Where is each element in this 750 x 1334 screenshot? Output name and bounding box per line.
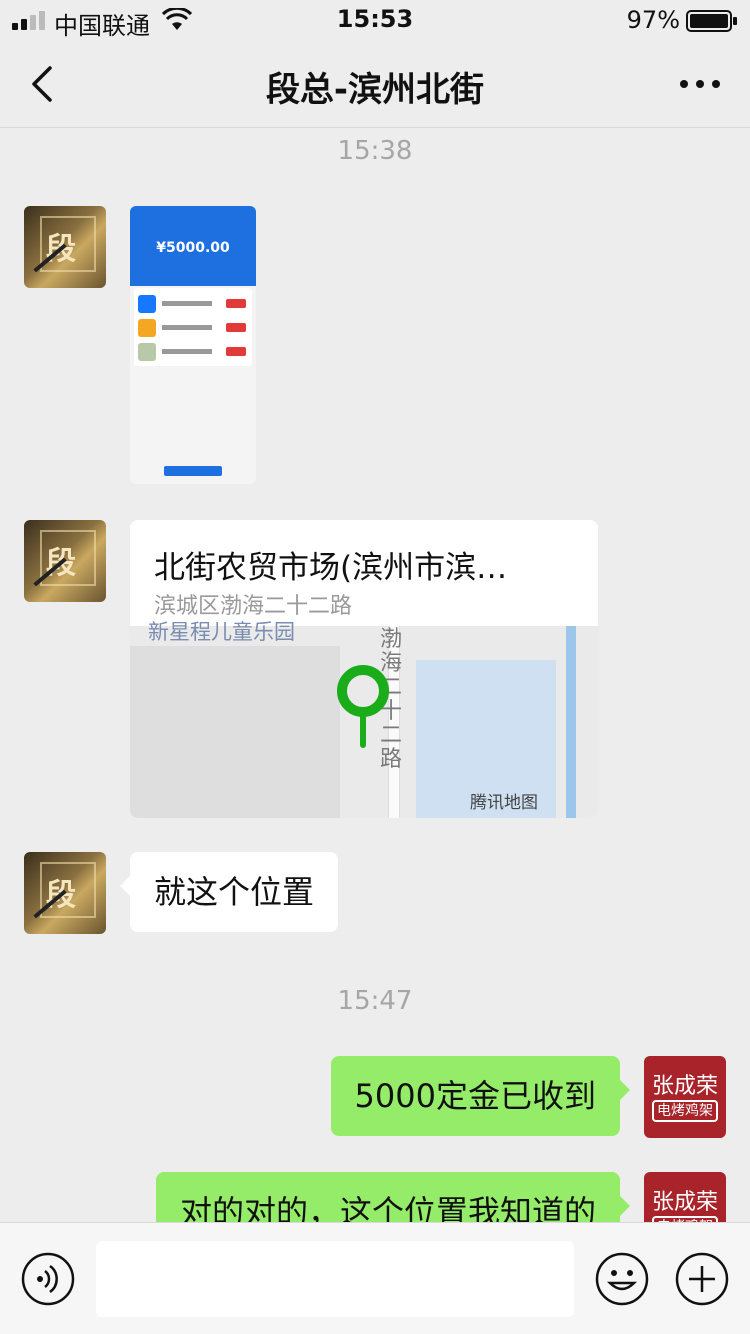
- battery-percent: 97%: [626, 6, 680, 34]
- location-message[interactable]: 北街农贸市场(滨州市滨… 滨城区渤海二十二路 新星程儿童乐园 渤海二十二路 腾讯…: [130, 520, 598, 818]
- plus-icon[interactable]: [674, 1251, 730, 1307]
- avatar[interactable]: 张成荣 电烤鸡架: [644, 1056, 726, 1138]
- timestamp: 15:38: [337, 136, 413, 166]
- image-row-button: [226, 347, 246, 356]
- image-row-line: [162, 301, 212, 306]
- image-card: [134, 288, 252, 366]
- back-icon[interactable]: [22, 62, 66, 106]
- map-poi-label: 新星程儿童乐园: [148, 620, 295, 644]
- map-provider-logo: 腾讯地图: [470, 793, 538, 813]
- location-title: 北街农贸市场(滨州市滨…: [154, 550, 508, 586]
- avatar[interactable]: 段: [24, 852, 106, 934]
- message-bubble[interactable]: 就这个位置: [119, 852, 339, 932]
- avatar-name: 张成荣: [651, 1074, 718, 1099]
- avatar[interactable]: 段: [24, 206, 106, 288]
- image-row-line: [162, 349, 212, 354]
- map-river: [566, 626, 576, 818]
- image-row: [138, 294, 248, 314]
- timestamp: 15:47: [337, 986, 413, 1016]
- alipay-icon: [138, 295, 156, 313]
- image-bottom-button: [164, 466, 222, 476]
- image-row-line: [162, 325, 212, 330]
- battery-icon: [686, 10, 737, 32]
- location-map: 新星程儿童乐园 渤海二十二路 腾讯地图: [130, 620, 598, 818]
- status-bar: 中国联通 15:53 97%: [0, 0, 750, 40]
- message-text: 5000定金已收到: [354, 1077, 596, 1115]
- avatar[interactable]: 段: [24, 520, 106, 602]
- nav-bar: 段总-滨州北街: [0, 40, 750, 128]
- map-block: [130, 646, 340, 818]
- coin-icon: [138, 319, 156, 337]
- message-bubble[interactable]: 5000定金已收到: [330, 1056, 631, 1136]
- image-row: [138, 318, 248, 338]
- more-icon[interactable]: [672, 62, 728, 106]
- avatar-name: 张成荣: [651, 1190, 718, 1215]
- image-row: [138, 342, 248, 362]
- input-bar: [0, 1222, 750, 1334]
- emoji-icon[interactable]: [594, 1251, 650, 1307]
- message-input[interactable]: [96, 1241, 574, 1317]
- image-row-button: [226, 323, 246, 332]
- chat-title: 段总-滨州北街: [265, 70, 485, 110]
- location-pin-icon: [337, 665, 389, 748]
- image-message[interactable]: ¥5000.00: [130, 206, 256, 484]
- thumbnail-icon: [138, 343, 156, 361]
- message-text: 就这个位置: [154, 873, 315, 911]
- image-row-button: [226, 299, 246, 308]
- avatar-subtitle: 电烤鸡架: [652, 1100, 718, 1122]
- image-amount: ¥5000.00: [156, 240, 230, 256]
- voice-icon[interactable]: [20, 1251, 76, 1307]
